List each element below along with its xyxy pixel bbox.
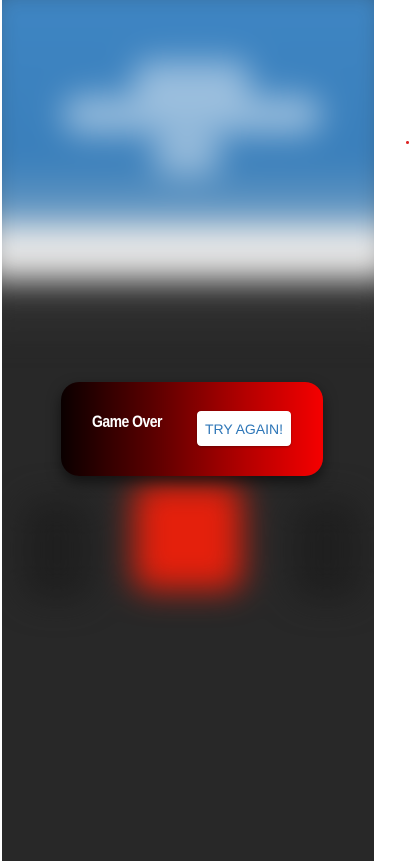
cloud <box>152 135 222 175</box>
obstacle-left <box>22 500 92 600</box>
game-over-banner: Game Over TRY AGAIN! <box>61 382 323 476</box>
ground-strip <box>2 225 374 280</box>
try-again-button[interactable]: TRY AGAIN! <box>197 411 291 446</box>
cloud <box>132 60 252 100</box>
obstacle-right <box>292 500 362 600</box>
ground-shadow <box>2 290 374 330</box>
player-block <box>134 482 242 590</box>
cloud <box>62 95 322 135</box>
game-canvas[interactable]: Game Over TRY AGAIN! <box>2 0 374 861</box>
indicator-dot <box>406 141 409 144</box>
game-over-title: Game Over <box>92 412 162 431</box>
